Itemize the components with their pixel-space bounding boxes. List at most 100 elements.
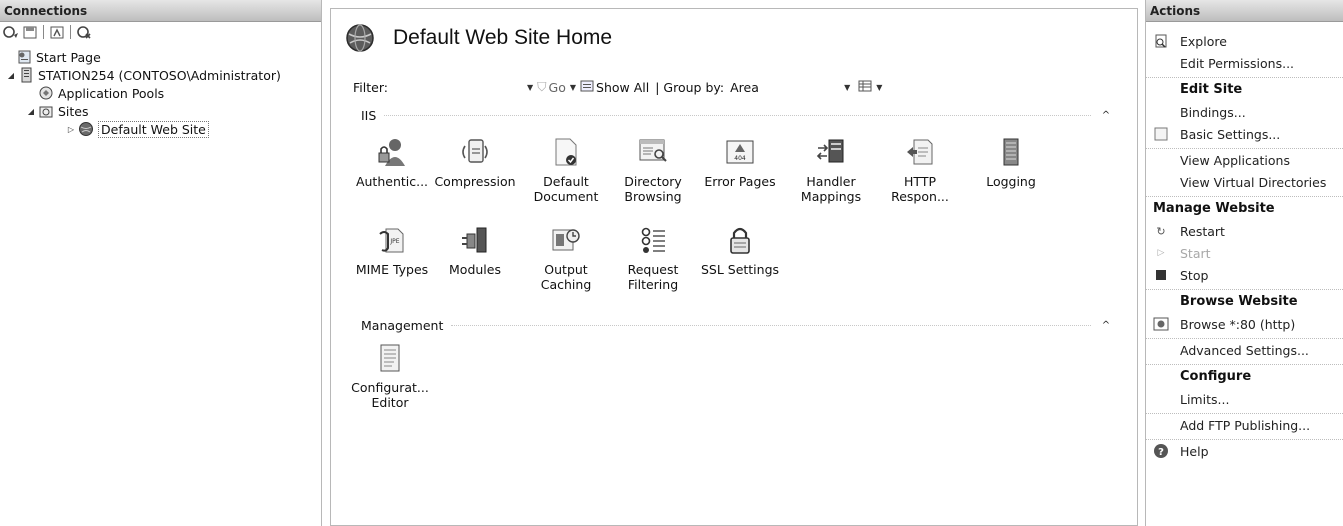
action-edit-permissions[interactable]: Edit Permissions... bbox=[1146, 52, 1343, 74]
feature-configuration-editor[interactable]: Configurat... Editor bbox=[349, 342, 431, 410]
action-explore[interactable]: Explore bbox=[1146, 30, 1343, 52]
delete-connection-icon[interactable] bbox=[76, 25, 92, 40]
view-mode-icon[interactable] bbox=[858, 80, 872, 95]
page-title-bar: Default Web Site Home bbox=[345, 21, 612, 55]
section-configure: Configure bbox=[1146, 364, 1343, 388]
feature-request-filtering[interactable]: Request Filtering bbox=[612, 224, 694, 292]
start-page-icon bbox=[16, 49, 32, 65]
collapse-group-icon[interactable]: ^ bbox=[1099, 320, 1113, 331]
tree-item-start-page[interactable]: Start Page bbox=[0, 48, 321, 66]
show-all-icon bbox=[580, 80, 594, 95]
chevron-down-icon[interactable]: ▼ bbox=[876, 83, 882, 92]
chevron-down-icon[interactable]: ▼ bbox=[527, 83, 533, 92]
group-header-management[interactable]: Management ^ bbox=[361, 317, 1113, 333]
connections-pane: Connections Start Page ◢ STATION254 (CON… bbox=[0, 0, 322, 526]
feature-authentication[interactable]: Authentic... bbox=[351, 136, 433, 189]
output-caching-icon bbox=[552, 229, 580, 251]
feature-mime-types[interactable]: JPE MIME Types bbox=[351, 224, 433, 277]
go-button[interactable]: Go bbox=[549, 80, 566, 95]
tree-item-default-web-site[interactable]: ▷ Default Web Site bbox=[0, 120, 321, 138]
up-icon[interactable] bbox=[49, 25, 65, 40]
actions-header: Actions bbox=[1146, 0, 1343, 22]
filter-bar: Filter: ▼ ⛉ Go ▼ Show All | Group by: Ar… bbox=[353, 77, 1123, 97]
section-edit-site: Edit Site bbox=[1146, 77, 1343, 101]
action-bindings[interactable]: Bindings... bbox=[1146, 101, 1343, 123]
compression-icon bbox=[462, 139, 488, 163]
tree-item-sites[interactable]: ◢ Sites bbox=[0, 102, 321, 120]
expand-icon[interactable]: ▷ bbox=[66, 125, 76, 134]
server-icon bbox=[18, 67, 34, 83]
authentication-icon bbox=[378, 139, 405, 166]
feature-ssl-settings[interactable]: SSL Settings bbox=[699, 224, 781, 277]
action-help[interactable]: ? Help bbox=[1146, 440, 1343, 462]
configuration-editor-icon bbox=[380, 344, 400, 372]
tree-item-application-pools[interactable]: Application Pools bbox=[0, 84, 321, 102]
mime-types-icon: JPE bbox=[379, 228, 404, 253]
actions-list: Explore Edit Permissions... Edit Site Bi… bbox=[1146, 22, 1343, 462]
feature-error-pages[interactable]: 404 Error Pages bbox=[699, 136, 781, 189]
group-by-label: | Group by: bbox=[655, 79, 725, 95]
svg-text:?: ? bbox=[1158, 447, 1164, 458]
action-start[interactable]: ▷ Start bbox=[1146, 242, 1343, 264]
connections-header: Connections bbox=[0, 0, 321, 22]
go-filter-icon[interactable]: ⛉ bbox=[537, 79, 546, 95]
group-label: IIS bbox=[361, 107, 377, 123]
error-pages-icon: 404 bbox=[726, 140, 754, 164]
logging-icon bbox=[1003, 138, 1019, 166]
feature-logging[interactable]: Logging bbox=[970, 136, 1052, 189]
features-view: Default Web Site Home Filter: ▼ ⛉ Go ▼ S… bbox=[330, 8, 1138, 526]
page-title: Default Web Site Home bbox=[393, 26, 613, 49]
tree-item-server[interactable]: ◢ STATION254 (CONTOSO\Administrator) bbox=[0, 66, 321, 84]
directory-browsing-icon bbox=[639, 139, 667, 162]
feature-directory-browsing[interactable]: Directory Browsing bbox=[612, 136, 694, 204]
connections-toolbar bbox=[0, 22, 321, 42]
collapse-icon[interactable]: ◢ bbox=[6, 71, 16, 80]
group-header-iis[interactable]: IIS ^ bbox=[361, 107, 1113, 123]
feature-http-response-headers[interactable]: HTTP Respon... bbox=[879, 136, 961, 204]
browse-icon bbox=[1153, 316, 1169, 332]
action-view-applications[interactable]: View Applications bbox=[1146, 149, 1343, 171]
feature-default-document[interactable]: Default Document bbox=[525, 136, 607, 204]
globe-icon bbox=[78, 121, 94, 137]
action-advanced-settings[interactable]: Advanced Settings... bbox=[1146, 339, 1343, 361]
handler-mappings-icon bbox=[816, 139, 844, 163]
default-document-icon bbox=[555, 138, 577, 166]
chevron-down-icon[interactable]: ▼ bbox=[844, 83, 850, 92]
request-filtering-icon bbox=[641, 227, 665, 253]
start-icon: ▷ bbox=[1157, 248, 1165, 258]
feature-handler-mappings[interactable]: Handler Mappings bbox=[790, 136, 872, 204]
actions-pane: Actions Explore Edit Permissions... Edit… bbox=[1145, 0, 1343, 526]
feature-modules[interactable]: Modules bbox=[434, 224, 516, 277]
restart-icon: ↻ bbox=[1156, 224, 1166, 238]
divider bbox=[451, 324, 1091, 326]
filter-input[interactable]: Filter: bbox=[353, 80, 523, 95]
save-icon[interactable] bbox=[22, 25, 38, 40]
toolbar-separator bbox=[70, 25, 71, 39]
collapse-group-icon[interactable]: ^ bbox=[1099, 110, 1113, 121]
toolbar-separator bbox=[43, 25, 44, 39]
group-by-select[interactable]: Area bbox=[730, 80, 840, 95]
explore-icon bbox=[1153, 33, 1169, 49]
chevron-down-icon[interactable]: ▼ bbox=[570, 83, 576, 92]
globe-icon bbox=[345, 23, 375, 53]
http-response-icon bbox=[907, 139, 933, 165]
svg-text:JPE: JPE bbox=[389, 238, 399, 245]
action-add-ftp-publishing[interactable]: Add FTP Publishing... bbox=[1146, 414, 1343, 436]
modules-icon bbox=[462, 227, 487, 253]
action-basic-settings[interactable]: Basic Settings... bbox=[1146, 123, 1343, 145]
svg-text:404: 404 bbox=[734, 155, 746, 162]
show-all-button[interactable]: Show All bbox=[596, 80, 649, 95]
collapse-icon[interactable]: ◢ bbox=[26, 107, 36, 116]
app-pools-icon bbox=[38, 85, 54, 101]
action-restart[interactable]: ↻ Restart bbox=[1146, 220, 1343, 242]
sites-folder-icon bbox=[38, 103, 54, 119]
section-manage-website: Manage Website bbox=[1146, 196, 1343, 220]
section-browse-website: Browse Website bbox=[1146, 289, 1343, 313]
action-stop[interactable]: Stop bbox=[1146, 264, 1343, 286]
action-limits[interactable]: Limits... bbox=[1146, 388, 1343, 410]
feature-output-caching[interactable]: Output Caching bbox=[525, 224, 607, 292]
connect-icon[interactable] bbox=[3, 25, 19, 40]
action-browse-80[interactable]: Browse *:80 (http) bbox=[1146, 313, 1343, 335]
action-view-virtual-directories[interactable]: View Virtual Directories bbox=[1146, 171, 1343, 193]
feature-compression[interactable]: Compression bbox=[434, 136, 516, 189]
